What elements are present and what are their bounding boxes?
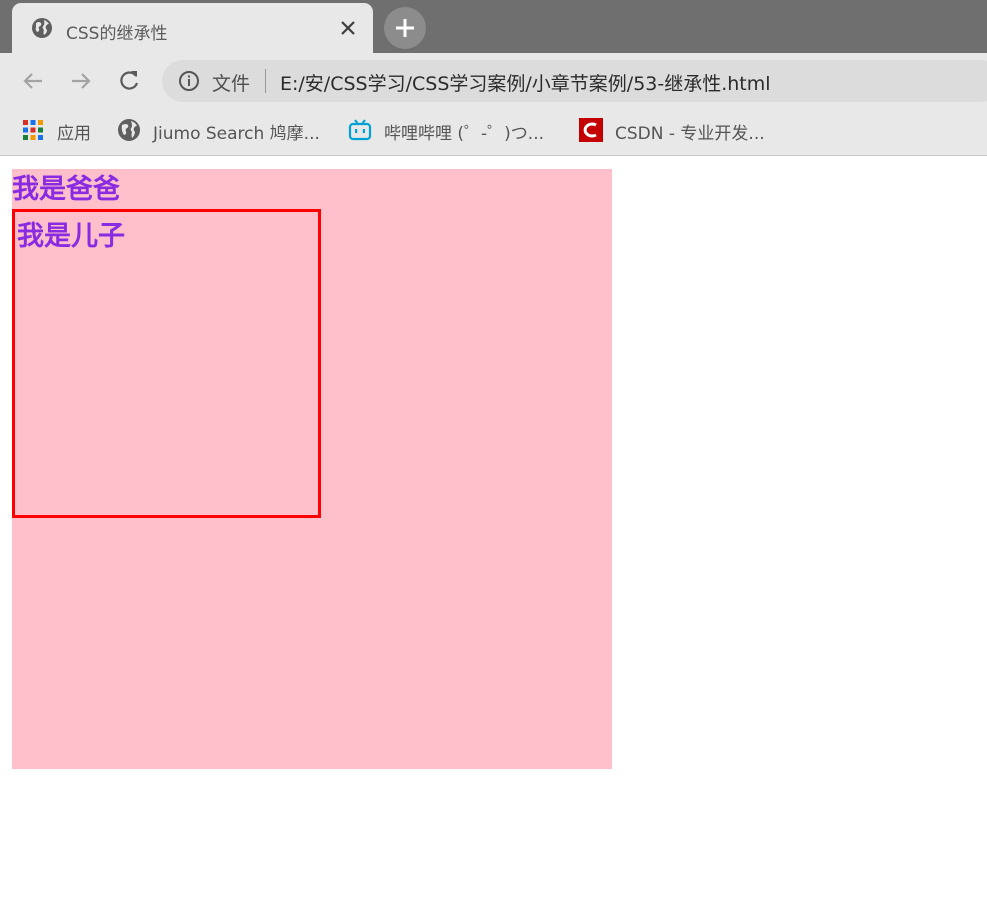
bookmark-label: 哔哩哔哩 (゜-゜)つ... [384, 124, 545, 144]
back-arrow-icon[interactable] [19, 67, 47, 95]
close-icon[interactable] [336, 16, 360, 40]
scheme-label: 文件 [212, 73, 251, 95]
father-text: 我是爸爸 [12, 174, 120, 205]
bookmark-label: Jiumo Search 鸠摩... [153, 124, 320, 144]
son-box: 我是儿子 [12, 209, 321, 518]
url-text[interactable]: E:/安/CSS学习/CSS学习案例/小章节案例/53-继承性.html [280, 69, 771, 96]
new-tab-button[interactable] [384, 7, 426, 49]
browser-tab[interactable]: CSS的继承性 [12, 3, 373, 53]
bookmarks-bar: 应用 Jiumo Search 鸠摩... 哔哩哔哩 (゜-゜)つ... CSD… [0, 108, 987, 156]
apps-grid-icon [23, 120, 43, 140]
globe-icon [32, 18, 52, 38]
father-box: 我是爸爸 我是儿子 [12, 169, 612, 769]
bookmark-label: CSDN - 专业开发... [615, 124, 765, 144]
address-bar[interactable]: 文件 E:/安/CSS学习/CSS学习案例/小章节案例/53-继承性.html [162, 60, 987, 102]
bilibili-icon [348, 119, 372, 141]
plus-icon [396, 19, 414, 37]
forward-arrow-icon[interactable] [67, 67, 95, 95]
bookmark-label: 应用 [57, 124, 91, 144]
toolbar: 文件 E:/安/CSS学习/CSS学习案例/小章节案例/53-继承性.html [0, 53, 987, 108]
reload-icon[interactable] [115, 67, 143, 95]
tab-title: CSS的继承性 [66, 24, 168, 44]
globe-icon [118, 119, 140, 141]
csdn-icon [579, 118, 603, 142]
divider [265, 69, 266, 93]
page-content: 我是爸爸 我是儿子 [0, 156, 987, 923]
info-icon[interactable] [178, 70, 200, 92]
tab-strip: CSS的继承性 [0, 0, 987, 53]
son-text: 我是儿子 [17, 221, 125, 252]
